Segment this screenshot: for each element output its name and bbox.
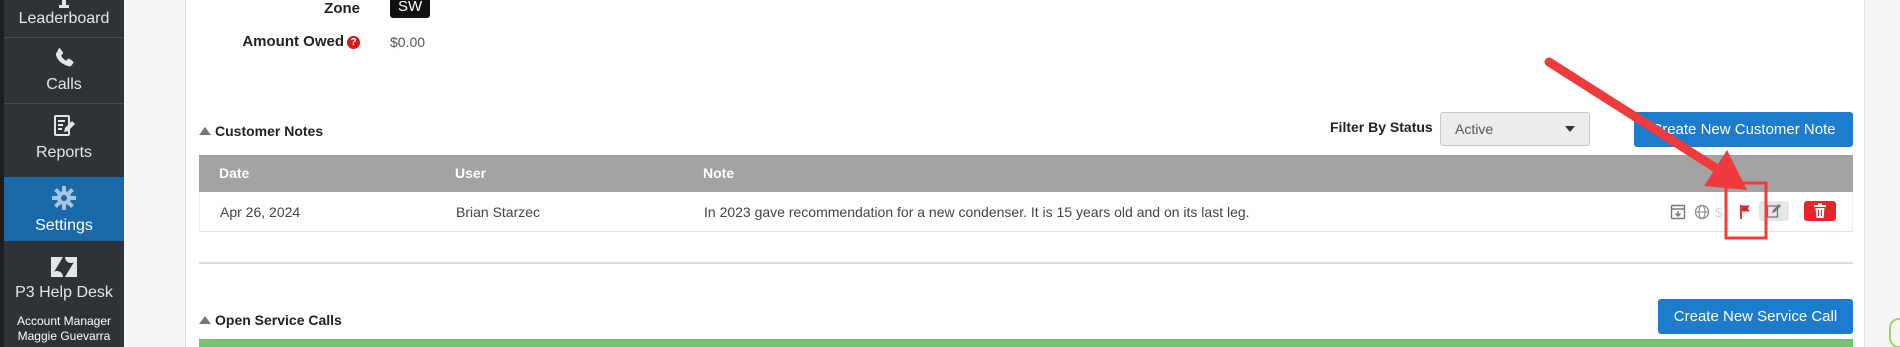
phone-icon [55, 48, 74, 67]
globe-icon[interactable] [1694, 204, 1710, 220]
customer-notes-toggle[interactable]: Customer Notes [199, 123, 323, 139]
service-calls-status-bar [199, 339, 1853, 347]
customer-notes-title: Customer Notes [215, 123, 324, 139]
account-name: Maggie Guevarra [17, 329, 111, 343]
edit-icon [1766, 204, 1781, 218]
open-service-calls-toggle[interactable]: Open Service Calls [199, 312, 342, 328]
column-header-note[interactable]: Note [703, 165, 734, 181]
sidebar-item-label: Calls [46, 76, 82, 93]
report-edit-icon [54, 115, 75, 136]
open-service-calls-title: Open Service Calls [215, 312, 342, 328]
edit-button[interactable] [1759, 201, 1789, 221]
chevron-down-icon [1565, 126, 1575, 132]
sidebar-item-reports[interactable]: Reports [4, 104, 124, 168]
sidebar-item-label: Leaderboard [18, 10, 110, 27]
column-header-date[interactable]: Date [219, 165, 249, 181]
collapse-triangle-icon [199, 127, 211, 135]
note-date: Apr 26, 2024 [220, 204, 301, 220]
sidebar-item-settings[interactable]: Settings [4, 177, 124, 241]
sidebar-item-help-desk[interactable]: P3 Help Desk [4, 244, 124, 308]
zone-label: Zone [324, 0, 360, 17]
collapse-triangle-icon [199, 316, 211, 324]
section-divider [199, 262, 1853, 264]
zendesk-icon [51, 257, 77, 277]
filter-status-value: Active [1455, 121, 1494, 137]
flag-icon[interactable] [1738, 204, 1752, 220]
filter-status-label: Filter By Status [1330, 119, 1433, 135]
trophy-icon [59, 0, 69, 8]
trash-icon [1814, 203, 1826, 218]
archive-icon[interactable] [1670, 204, 1686, 220]
help-icon[interactable]: ? [347, 36, 360, 49]
amount-owed-text: Amount Owed [242, 33, 344, 50]
table-row: Apr 26, 2024 Brian Starzec In 2023 gave … [199, 192, 1853, 232]
delete-button[interactable] [1804, 201, 1836, 221]
notes-table-header: Date User Note [199, 155, 1853, 192]
zone-badge: SW [390, 0, 431, 18]
amount-owed-label: Amount Owed? [230, 33, 360, 50]
amount-owed-value: $0.00 [390, 34, 426, 50]
sidebar: Leaderboard Calls Reports Settings P3 He… [0, 0, 124, 347]
account-role: Account Manager [16, 314, 112, 328]
note-user: Brian Starzec [456, 204, 541, 220]
svg-text:$: $ [1715, 205, 1723, 220]
column-header-user[interactable]: User [455, 165, 486, 181]
gear-icon [52, 186, 76, 210]
account-manager: Account Manager Maggie Guevarra [4, 314, 124, 344]
create-customer-note-button[interactable]: Create New Customer Note [1634, 112, 1853, 147]
filter-status-select[interactable]: Active [1440, 112, 1590, 146]
dollar-icon[interactable]: $ [1714, 204, 1724, 220]
sidebar-item-label: Settings [35, 217, 93, 234]
sidebar-item-label: P3 Help Desk [15, 284, 113, 301]
create-service-call-button[interactable]: Create New Service Call [1658, 299, 1853, 334]
scroll-edge-widget [1889, 318, 1900, 347]
note-text: In 2023 gave recommendation for a new co… [704, 204, 1250, 220]
sidebar-item-calls[interactable]: Calls [4, 38, 124, 100]
sidebar-item-label: Reports [35, 144, 93, 161]
sidebar-item-leaderboard[interactable]: Leaderboard [4, 0, 124, 32]
